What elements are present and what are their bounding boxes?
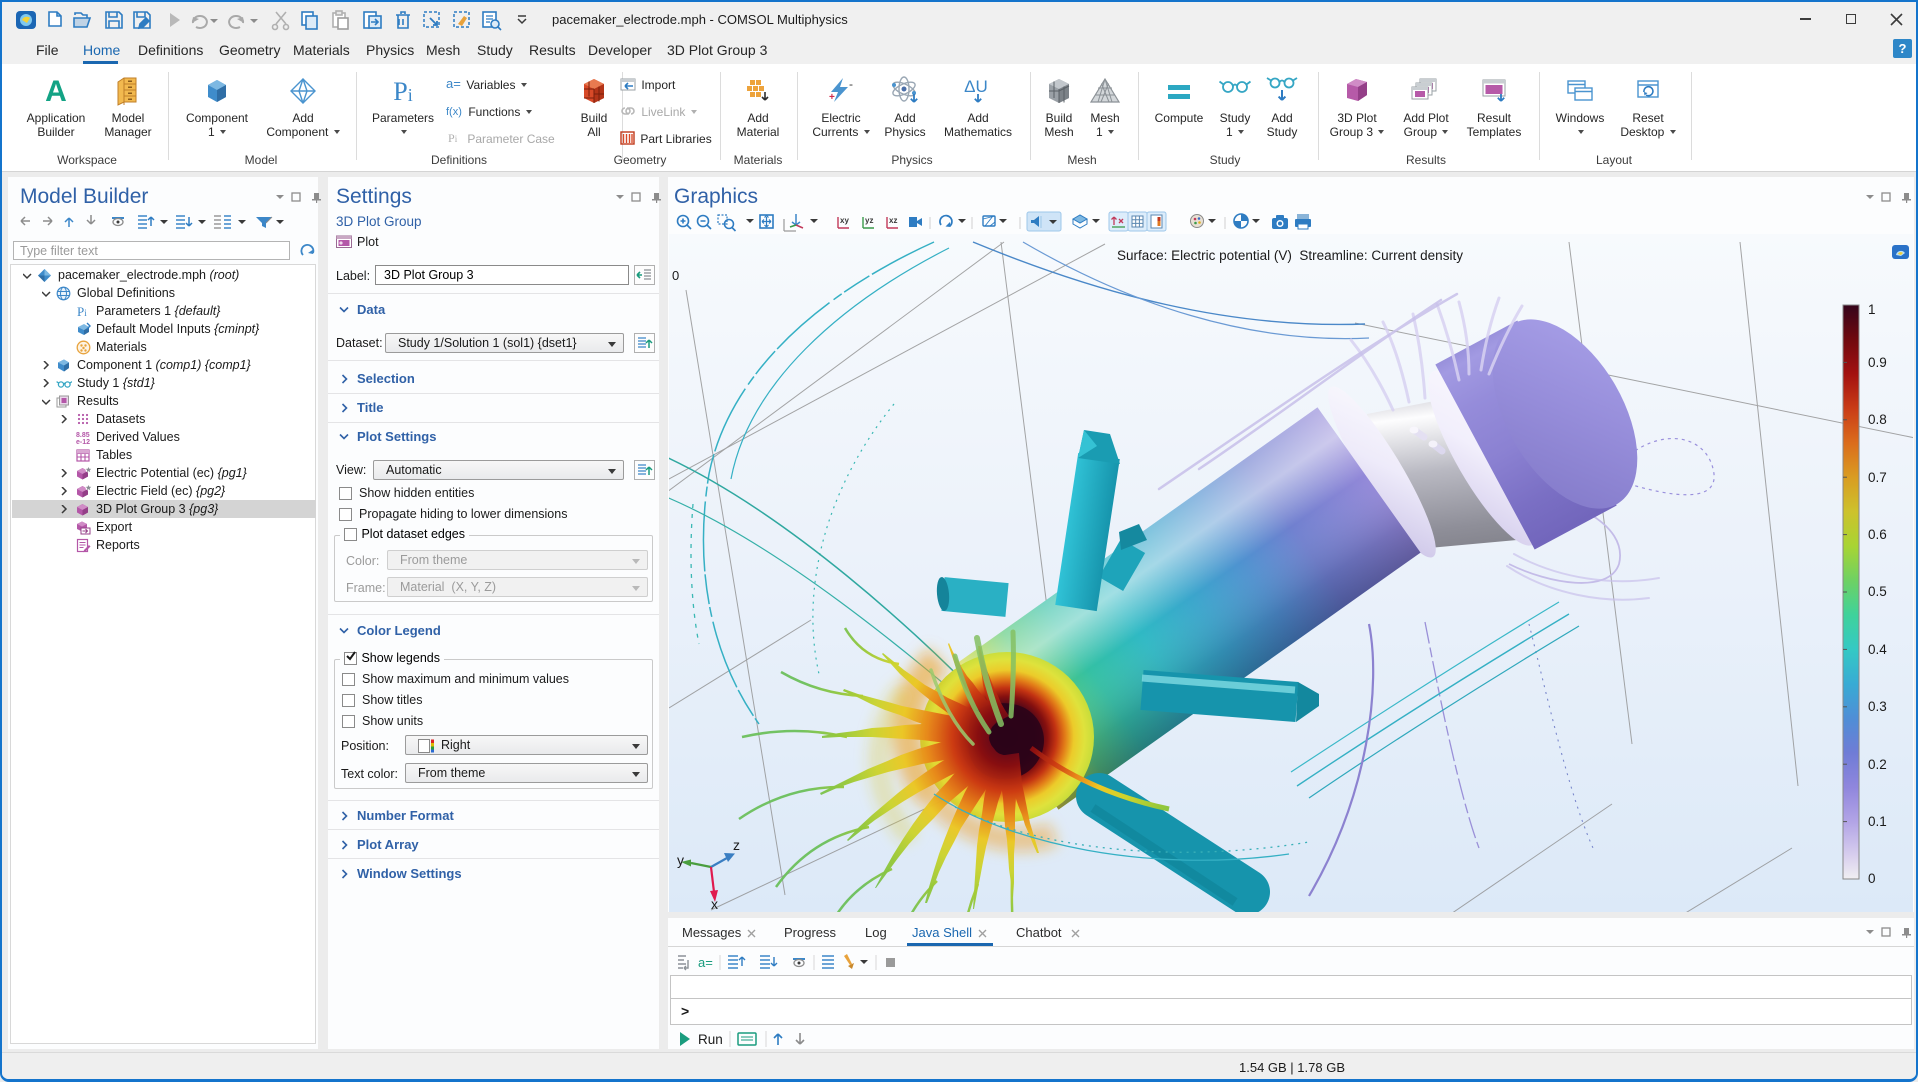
svg-text:y: y bbox=[677, 852, 684, 868]
svg-text:x: x bbox=[711, 896, 718, 912]
svg-text:xy: xy bbox=[840, 216, 849, 225]
svg-text:0.5: 0.5 bbox=[1868, 584, 1887, 599]
svg-text:0.8: 0.8 bbox=[1868, 412, 1887, 427]
svg-text:0.4: 0.4 bbox=[1868, 642, 1887, 657]
svg-text:0: 0 bbox=[1868, 871, 1876, 886]
svg-text:Surface: Electric potential (V: Surface: Electric potential (V) Streamli… bbox=[1117, 248, 1463, 263]
svg-text:0: 0 bbox=[672, 268, 679, 283]
svg-text:xz: xz bbox=[889, 216, 897, 225]
svg-text:8.85: 8.85 bbox=[76, 432, 90, 439]
svg-text:+: + bbox=[829, 92, 835, 103]
svg-text:0.2: 0.2 bbox=[1868, 757, 1887, 772]
svg-text:z: z bbox=[733, 837, 740, 853]
svg-text:e-12: e-12 bbox=[76, 439, 90, 445]
svg-text:0.3: 0.3 bbox=[1868, 699, 1887, 714]
svg-text:A: A bbox=[45, 75, 67, 108]
svg-text:0.7: 0.7 bbox=[1868, 470, 1887, 485]
svg-text:a=: a= bbox=[698, 955, 713, 970]
svg-text:1: 1 bbox=[1868, 302, 1876, 317]
svg-text:Pi: Pi bbox=[448, 131, 458, 145]
svg-text:0.9: 0.9 bbox=[1868, 355, 1887, 370]
svg-text:Run: Run bbox=[698, 1032, 723, 1047]
svg-text:0.6: 0.6 bbox=[1868, 527, 1887, 542]
svg-text:0.1: 0.1 bbox=[1868, 814, 1887, 829]
svg-text:Pi: Pi bbox=[77, 304, 87, 319]
svg-text:f(x): f(x) bbox=[446, 106, 462, 118]
svg-text:yz: yz bbox=[865, 216, 873, 225]
svg-text:ΔU: ΔU bbox=[964, 77, 988, 96]
svg-text:Pi: Pi bbox=[393, 77, 412, 106]
svg-text:a=: a= bbox=[446, 77, 461, 91]
